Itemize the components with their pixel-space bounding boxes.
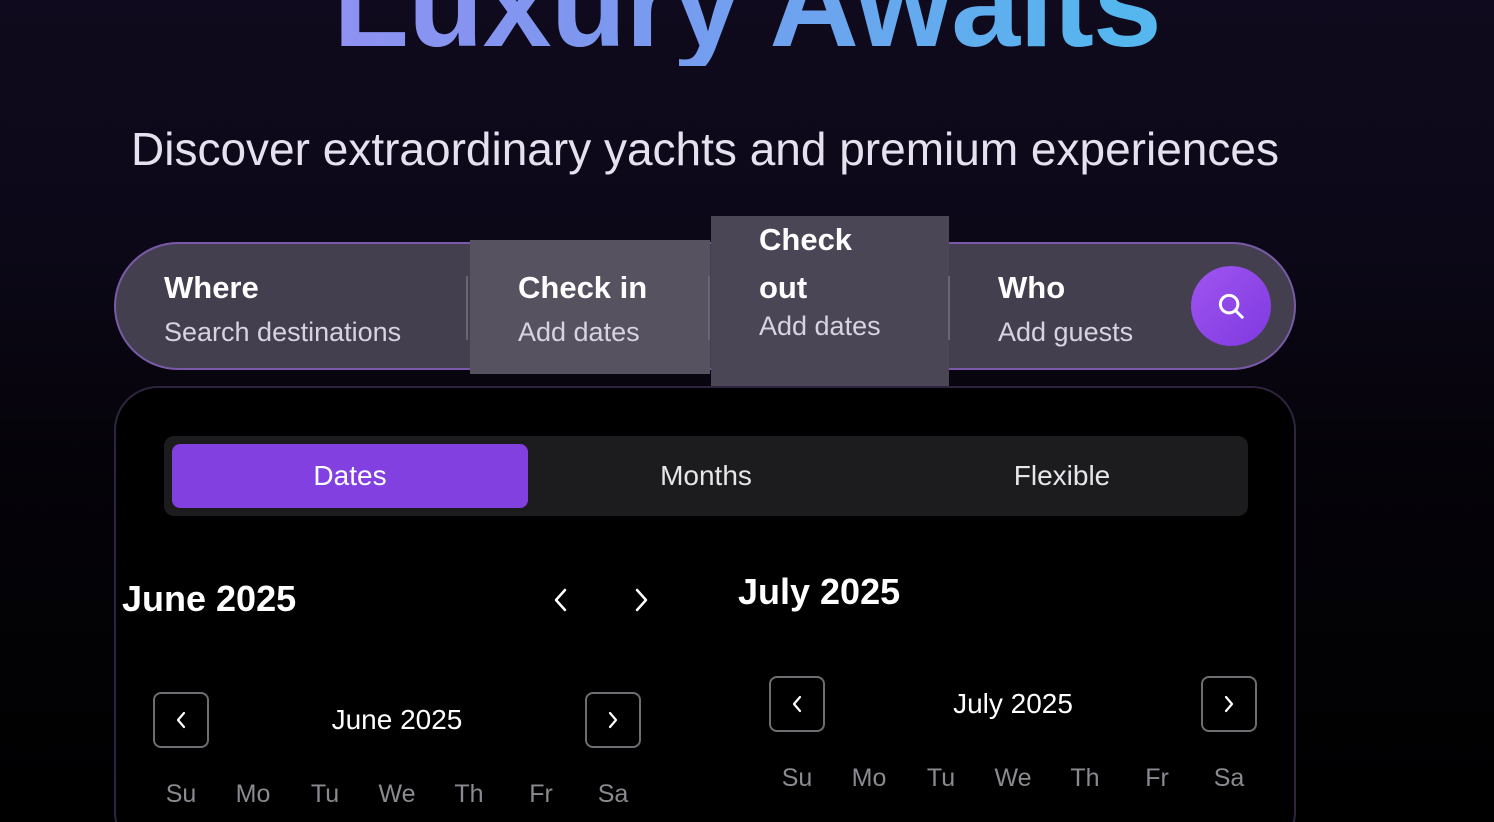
search-button[interactable]: [1191, 266, 1271, 346]
tab-flexible[interactable]: Flexible: [884, 444, 1240, 508]
june-next-button[interactable]: [585, 692, 641, 748]
weekday-label: We: [378, 780, 416, 808]
search-icon: [1218, 293, 1244, 319]
july-calendar-title: July 2025: [953, 688, 1073, 719]
weekday-label: Fr: [529, 780, 553, 808]
tab-dates[interactable]: Dates: [172, 444, 528, 508]
july-next-button[interactable]: [1201, 676, 1257, 732]
chevron-left-icon: [554, 588, 567, 612]
weekday-label: Su: [781, 764, 813, 792]
check-out-field[interactable]: Check out Add dates: [711, 216, 949, 388]
divider: [948, 276, 950, 340]
where-placeholder: Search destinations: [164, 317, 402, 347]
month-header-june: June 2025: [122, 578, 297, 619]
weekday-label: Mo: [851, 764, 887, 792]
next-month-button[interactable]: [621, 580, 661, 620]
june-prev-button[interactable]: [153, 692, 209, 748]
date-mode-tabs: Dates Months Flexible: [164, 436, 1248, 516]
weekday-label: Tu: [310, 780, 340, 808]
chevron-left-icon: [176, 711, 186, 729]
divider: [708, 276, 710, 340]
check-in-placeholder: Add dates: [518, 317, 640, 347]
weekday-label: Su: [165, 780, 197, 808]
chevron-right-icon: [608, 711, 618, 729]
who-field[interactable]: Who Add guests: [998, 264, 1133, 352]
weekday-label: Mo: [235, 780, 271, 808]
check-in-label: Check in: [518, 270, 648, 305]
who-label: Who: [998, 270, 1066, 305]
weekday-label: Th: [1070, 764, 1100, 792]
june-calendar-title: June 2025: [331, 704, 463, 735]
hero-title: Luxury Awaits: [0, 0, 1494, 66]
check-in-field[interactable]: Check in Add dates: [470, 240, 710, 374]
where-label: Where: [164, 270, 259, 305]
where-field[interactable]: Where Search destinations: [164, 264, 401, 352]
weekday-label: Sa: [1213, 764, 1245, 792]
weekday-label: Fr: [1145, 764, 1169, 792]
weekday-label: We: [994, 764, 1032, 792]
month-header-july: July 2025: [738, 571, 901, 612]
chevron-left-icon: [792, 695, 802, 713]
check-out-label-line1: Check: [759, 222, 853, 257]
check-out-placeholder: Add dates: [759, 311, 881, 341]
check-out-label-line2: out: [759, 270, 808, 305]
weekday-label: Sa: [597, 780, 629, 808]
hero-subtitle: Discover extraordinary yachts and premiu…: [131, 123, 1279, 175]
previous-month-button[interactable]: [541, 580, 581, 620]
july-prev-button[interactable]: [769, 676, 825, 732]
chevron-right-icon: [1224, 695, 1234, 713]
weekday-label: Th: [454, 780, 484, 808]
tab-months[interactable]: Months: [528, 444, 884, 508]
chevron-right-icon: [635, 588, 648, 612]
divider: [466, 276, 468, 340]
search-bar: Where Search destinations Check in Add d…: [114, 216, 1296, 388]
weekday-label: Tu: [926, 764, 956, 792]
who-placeholder: Add guests: [998, 317, 1134, 347]
